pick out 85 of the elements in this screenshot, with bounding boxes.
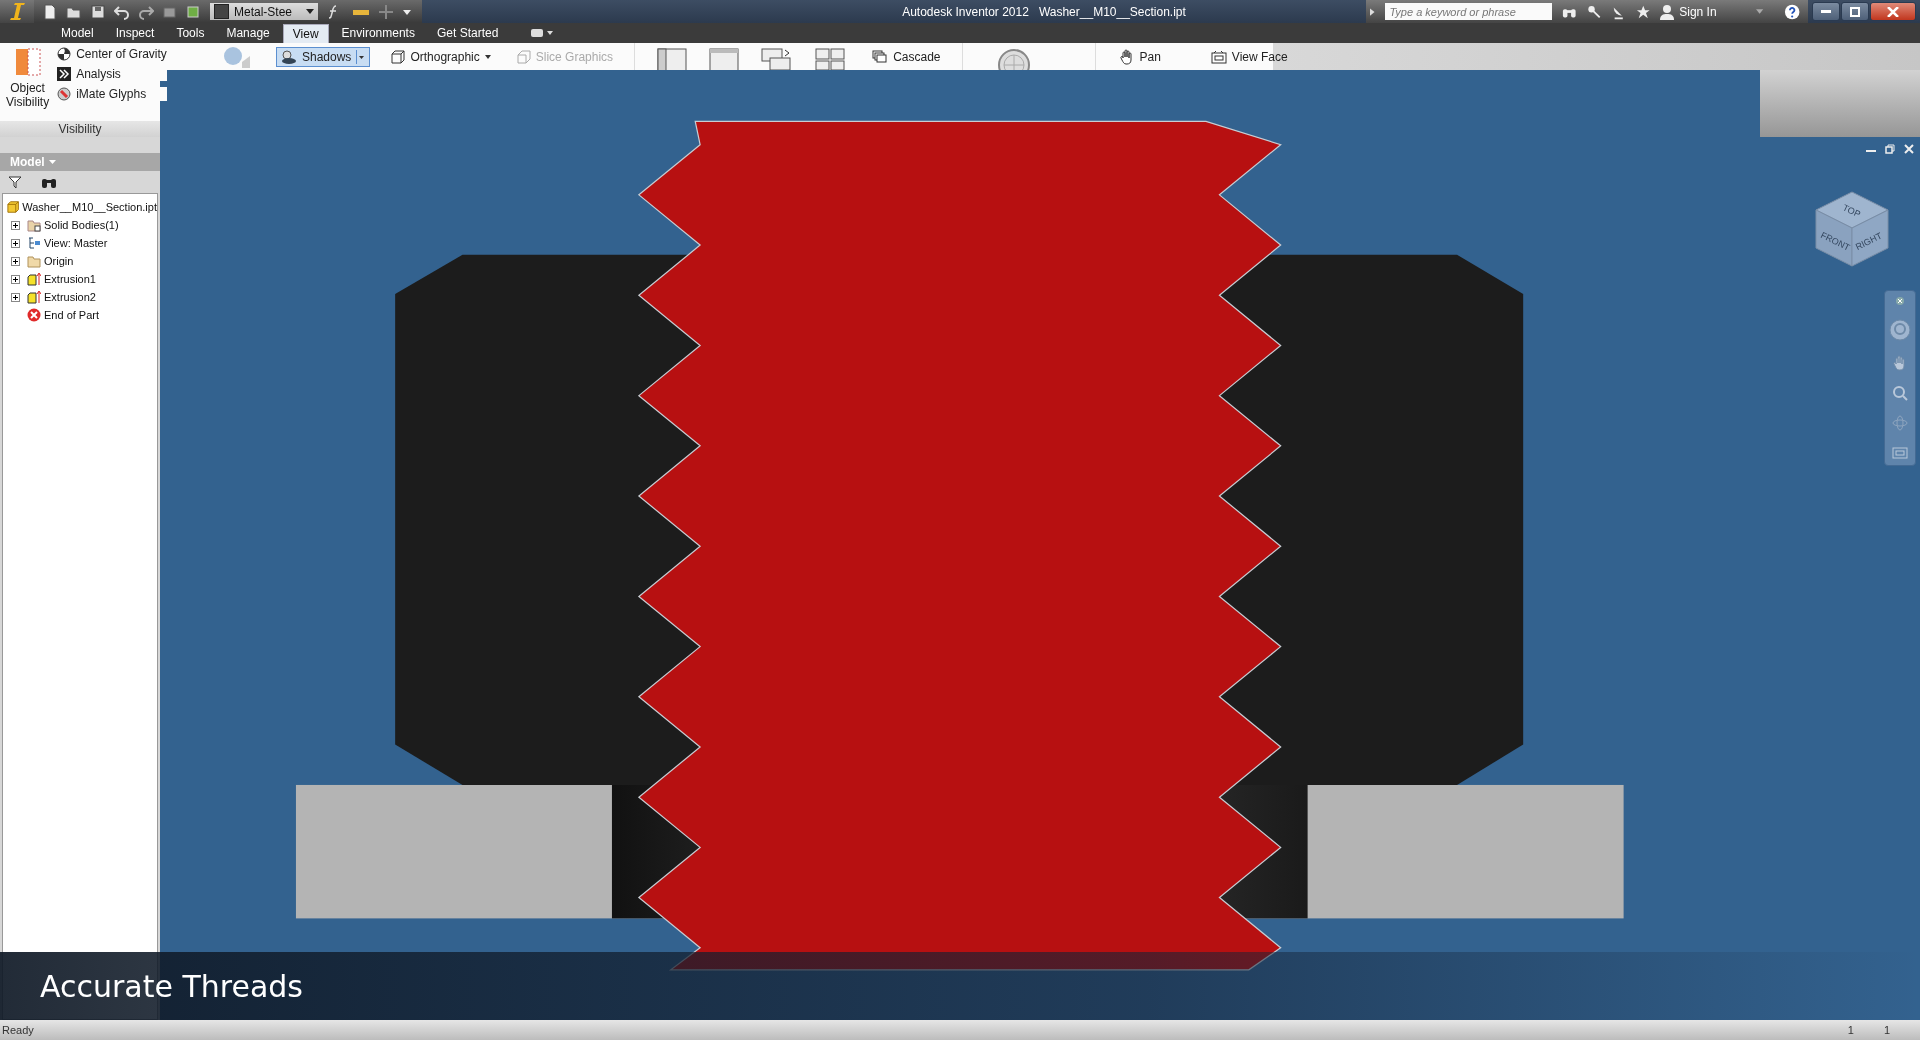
- glyph-icon: [57, 87, 72, 101]
- hand-icon: [1118, 48, 1135, 65]
- tree-item[interactable]: Washer__M10__Section.ipt: [7, 198, 157, 216]
- new-file-icon[interactable]: [42, 3, 58, 20]
- search-field[interactable]: Type a keyword or phrase: [1385, 3, 1553, 20]
- close-icon[interactable]: [1904, 144, 1914, 154]
- sign-in-button[interactable]: Sign In: [1660, 3, 1747, 20]
- application-menu-button[interactable]: [0, 0, 34, 23]
- expand-arrow-icon[interactable]: [1370, 6, 1376, 17]
- ribbon-tab[interactable]: Inspect: [106, 24, 164, 42]
- cube-outline-icon: [516, 49, 531, 64]
- maximize-icon: [1850, 6, 1860, 17]
- maximize-button[interactable]: [1841, 2, 1869, 21]
- ribbon-tab[interactable]: Environments: [332, 24, 424, 42]
- panel-label: Visibility: [0, 121, 160, 137]
- folder-icon: [27, 254, 41, 268]
- material-dropdown[interactable]: Metal-Stee: [210, 3, 318, 20]
- application-logo-icon: [9, 3, 25, 20]
- object-visibility-button[interactable]: Object Visibility: [6, 47, 50, 121]
- status-value: 1: [1883, 1024, 1890, 1036]
- close-icon: [1887, 6, 1899, 17]
- ribbon-tab[interactable]: Manage: [217, 24, 279, 42]
- select-cube-icon[interactable]: [186, 3, 202, 20]
- cube-outline-icon: [391, 49, 406, 64]
- ribbon-tab[interactable]: View: [282, 23, 329, 43]
- view-face-icon: [1210, 49, 1227, 64]
- user-icon: [1660, 3, 1675, 20]
- view-rep-icon: [27, 236, 41, 250]
- tree-item[interactable]: Extrusion1: [27, 270, 96, 288]
- tree-item[interactable]: Extrusion2: [27, 288, 96, 306]
- star-icon[interactable]: [1635, 3, 1651, 20]
- bodies-folder-icon: [27, 218, 41, 232]
- redo-icon[interactable]: [138, 3, 154, 20]
- key-icon[interactable]: [1586, 3, 1602, 20]
- minimize-button[interactable]: [1812, 2, 1840, 21]
- help-icon[interactable]: [1783, 2, 1800, 21]
- ribbon-tab[interactable]: Get Started: [427, 24, 508, 42]
- window-title: Autodesk Inventor 2012 Washer__M10__Section.ipt: [901, 4, 1187, 19]
- cascade-windows-icon: [872, 49, 889, 64]
- shadow-spheres-icon: [281, 49, 297, 64]
- object-visibility-icon: [14, 47, 41, 77]
- center-of-gravity-icon: [57, 47, 72, 61]
- expand-toggle[interactable]: [11, 256, 20, 266]
- status-value: 1: [1847, 1024, 1854, 1036]
- expand-toggle[interactable]: [11, 274, 20, 284]
- panel-toggle-icon[interactable]: [531, 28, 554, 38]
- tile-windows-icon[interactable]: [815, 48, 846, 70]
- dropdown-caret-icon[interactable]: [1756, 8, 1764, 15]
- save-icon[interactable]: [90, 3, 106, 20]
- tree-item[interactable]: Solid Bodies(1): [27, 216, 119, 234]
- ribbon-tab[interactable]: Model: [52, 24, 103, 42]
- filter-icon[interactable]: [8, 175, 22, 189]
- dropdown-caret-icon: [306, 9, 314, 14]
- undo-icon[interactable]: [114, 3, 130, 20]
- ribbon-button[interactable]: Shadows: [276, 46, 371, 67]
- minimize-icon: [1821, 10, 1831, 13]
- ribbon-button[interactable]: Pan: [1113, 45, 1166, 68]
- ribbon-button[interactable]: View Face: [1205, 46, 1293, 67]
- visibility-toggle[interactable]: Center of Gravity: [57, 47, 167, 61]
- tree-item[interactable]: Origin: [27, 252, 74, 270]
- window-icon[interactable]: [657, 48, 688, 70]
- expand-toggle[interactable]: [11, 220, 20, 230]
- extrusion-icon: [27, 290, 41, 304]
- expand-toggle[interactable]: [11, 238, 20, 248]
- visibility-toggle[interactable]: Analysis: [57, 67, 167, 81]
- video-caption: Accurate Threads: [40, 968, 303, 1004]
- ribbon-button[interactable]: Cascade: [867, 46, 946, 67]
- caret-icon: [48, 160, 56, 164]
- expand-toggle[interactable]: [11, 292, 20, 302]
- extrusion-icon: [27, 272, 41, 286]
- tree-item[interactable]: End of Part: [27, 306, 100, 324]
- analysis-icon: [57, 67, 72, 81]
- switch-window-icon[interactable]: [761, 48, 794, 70]
- part-icon: [7, 200, 20, 214]
- stop-icon: [27, 308, 41, 322]
- tree-item[interactable]: View: Master: [27, 234, 108, 252]
- status-text: Ready: [2, 1024, 34, 1036]
- caret-icon: [484, 54, 491, 59]
- ribbon-tab[interactable]: Tools: [167, 24, 214, 42]
- close-button[interactable]: [1870, 2, 1916, 21]
- plus-icon[interactable]: [378, 3, 394, 20]
- ribbon-button[interactable]: Orthographic: [386, 46, 496, 67]
- restore-icon[interactable]: [1885, 144, 1895, 154]
- visibility-toggle[interactable]: iMate Glyphs: [57, 87, 167, 101]
- split-caret-icon[interactable]: [356, 49, 366, 64]
